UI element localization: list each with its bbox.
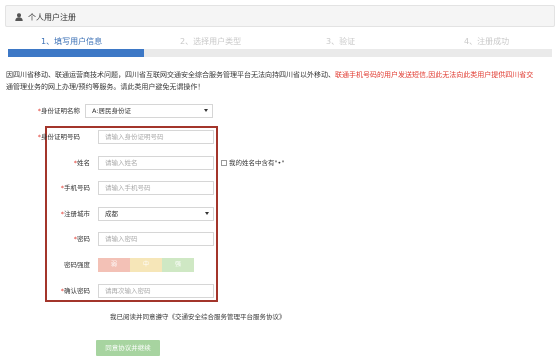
step-3: 3、验证: [326, 37, 356, 46]
progress-fill: [8, 49, 144, 57]
password-strength-meter: 弱 中 强: [98, 258, 194, 272]
phone-label: *手机号码: [60, 184, 90, 192]
notice-part-2: 联通手机号码的用户发送短信,因此无法向此类用户提供四川省交: [335, 71, 534, 79]
strength-medium: 中: [130, 258, 162, 272]
password-input[interactable]: 请输入密码: [98, 232, 214, 246]
password-label: *密码: [73, 235, 90, 243]
notice-text: 因四川省移动、联通运营商技术问题，四川省互联网交通安全综合服务管理平台无法向持四…: [6, 69, 552, 93]
strength-strong: 强: [162, 258, 194, 272]
name-label: *姓名: [73, 159, 90, 167]
confirm-label: *确认密码: [60, 287, 90, 295]
page-header: 个人用户注册: [5, 5, 555, 27]
strength-label: 密码强度: [64, 261, 90, 269]
notice-part-1: 因四川省移动、联通运营商技术问题，四川省互联网交通安全综合服务管理平台无法向持四…: [6, 71, 335, 79]
page-title: 个人用户注册: [28, 13, 76, 22]
chevron-down-icon: [204, 109, 208, 112]
step-4: 4、注册成功: [464, 37, 510, 46]
strength-weak: 弱: [98, 258, 130, 272]
notice-part-3: 通管理业务的网上办理/预约等服务。请此类用户避免无谓操作！: [6, 83, 205, 91]
id-type-label: *身份证明名称: [37, 107, 80, 115]
step-indicator: 1、填写用户信息 2、选择用户类型 3、验证 4、注册成功: [8, 35, 552, 57]
user-icon: [15, 13, 23, 21]
city-label: *注册城市: [60, 210, 90, 218]
id-number-label: *身份证明号码: [37, 133, 80, 141]
city-select[interactable]: 成都: [98, 207, 214, 221]
id-number-input[interactable]: 请输入身份证明号码: [98, 130, 214, 144]
submit-button[interactable]: 同意协议并继续: [96, 340, 160, 356]
confirm-password-input[interactable]: 请再次输入密码: [98, 284, 214, 298]
step-2: 2、选择用户类型: [180, 37, 242, 46]
progress-bar: [8, 49, 552, 57]
name-input[interactable]: 请输入姓名: [98, 156, 214, 170]
chevron-down-icon: [205, 212, 209, 215]
step-1: 1、填写用户信息: [41, 37, 103, 46]
name-dot-checkbox[interactable]: 我的姓名中含有"•": [221, 158, 284, 168]
phone-input[interactable]: 请输入手机号码: [98, 181, 214, 195]
agreement-text[interactable]: 我已阅读并同意遵守《交通安全综合服务管理平台服务协议》: [110, 311, 286, 321]
checkbox-icon[interactable]: [221, 160, 227, 166]
id-type-select[interactable]: A:居民身份证: [85, 104, 213, 118]
